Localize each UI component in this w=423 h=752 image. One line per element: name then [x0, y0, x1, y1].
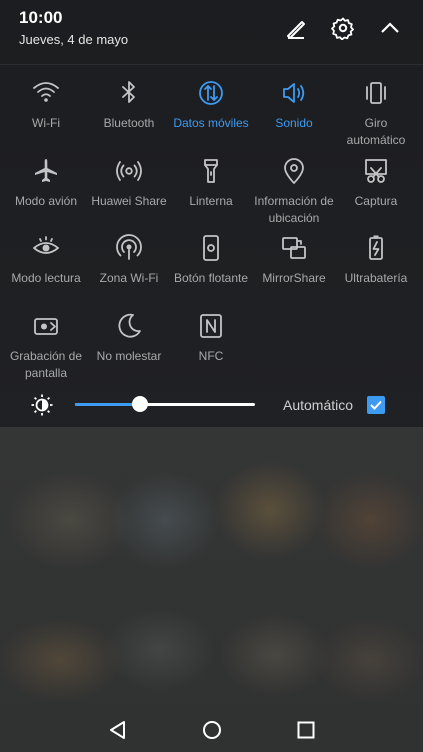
screenshot-icon	[361, 156, 391, 186]
auto-brightness-label: Automático	[283, 397, 354, 413]
toggle-label: Wi-Fi	[32, 116, 60, 130]
toggle-label: Zona Wi-Fi	[99, 271, 159, 285]
header-divider	[0, 64, 423, 65]
screen-record-icon	[31, 311, 61, 341]
toggle-floating-button[interactable]: Botón flotante	[169, 233, 253, 287]
toggle-screenshot[interactable]: Captura	[334, 156, 418, 210]
toggle-sound[interactable]: Sonido	[252, 78, 336, 132]
toggle-label: MirrorShare	[262, 271, 326, 285]
toggle-flashlight[interactable]: Linterna	[169, 156, 253, 210]
toggle-huawei-share[interactable]: Huawei Share	[87, 156, 171, 210]
brightness-icon	[30, 393, 54, 417]
battery-icon	[361, 233, 391, 263]
nfc-icon	[196, 311, 226, 341]
screen: 10:00 Jueves, 4 de mayo Wi-Fi Bluetooth Da…	[0, 0, 423, 752]
toggle-nfc[interactable]: NFC	[169, 311, 253, 365]
edit-icon[interactable]	[282, 14, 310, 42]
toggle-hotspot[interactable]: Zona Wi-Fi	[87, 233, 171, 287]
date-label: Jueves, 4 de mayo	[19, 32, 129, 47]
toggle-bluetooth[interactable]: Bluetooth	[87, 78, 171, 132]
brightness-slider[interactable]	[75, 396, 255, 412]
bluetooth-icon	[114, 78, 144, 108]
toggle-label: Botón flotante	[173, 271, 249, 285]
mobile-data-icon	[196, 78, 226, 108]
toggle-label: Grabación de pantalla	[9, 349, 83, 380]
toggle-label: Huawei Share	[91, 194, 167, 208]
checkmark-icon	[370, 400, 382, 410]
auto-brightness-checkbox[interactable]	[367, 396, 385, 414]
location-icon	[279, 156, 309, 186]
settings-icon[interactable]	[329, 14, 357, 42]
toggle-airplane[interactable]: Modo avión	[4, 156, 88, 210]
toggle-wifi[interactable]: Wi-Fi	[4, 78, 88, 132]
toggle-eye[interactable]: Modo lectura	[4, 233, 88, 287]
toggle-label: Modo avión	[14, 194, 78, 208]
airplane-icon	[31, 156, 61, 186]
mirrorshare-icon	[279, 233, 309, 263]
toggle-label: Datos móviles	[173, 116, 249, 130]
eye-icon	[31, 233, 61, 263]
toggle-label: Sonido	[275, 116, 313, 130]
back-icon[interactable]	[106, 718, 130, 742]
floating-button-icon	[196, 233, 226, 263]
toggle-moon[interactable]: No molestar	[87, 311, 171, 365]
toggle-mobile-data[interactable]: Datos móviles	[169, 78, 253, 132]
flashlight-icon	[196, 156, 226, 186]
toggle-label: No molestar	[96, 349, 162, 363]
toggle-screen-record[interactable]: Grabación de pantalla	[4, 311, 88, 382]
toggle-battery[interactable]: Ultrabatería	[334, 233, 418, 287]
collapse-icon[interactable]	[376, 14, 404, 42]
toggle-label: Ultrabatería	[344, 271, 408, 285]
toggle-label: NFC	[198, 349, 224, 363]
toggle-label: Información de ubicación	[254, 194, 334, 225]
toggle-label: Bluetooth	[103, 116, 155, 130]
hotspot-icon	[114, 233, 144, 263]
toggle-label: Giro automático	[346, 116, 406, 147]
toggle-mirrorshare[interactable]: MirrorShare	[252, 233, 336, 287]
toggle-label: Linterna	[189, 194, 233, 208]
auto-rotate-icon	[361, 78, 391, 108]
recents-icon[interactable]	[294, 718, 318, 742]
toggle-label: Modo lectura	[11, 271, 81, 285]
brightness-row	[0, 388, 423, 424]
toggle-label: Captura	[354, 194, 398, 208]
wifi-icon	[31, 78, 61, 108]
moon-icon	[114, 311, 144, 341]
toggle-auto-rotate[interactable]: Giro automático	[334, 78, 418, 149]
brightness-slider-fill	[75, 403, 140, 406]
clock-time: 10:00	[19, 8, 63, 27]
quick-settings-panel: 10:00 Jueves, 4 de mayo Wi-Fi Bluetooth Da…	[0, 0, 423, 427]
toggle-location[interactable]: Información de ubicación	[252, 156, 336, 227]
sound-icon	[279, 78, 309, 108]
brightness-slider-thumb[interactable]	[131, 396, 148, 412]
home-icon[interactable]	[200, 718, 224, 742]
huawei-share-icon	[114, 156, 144, 186]
